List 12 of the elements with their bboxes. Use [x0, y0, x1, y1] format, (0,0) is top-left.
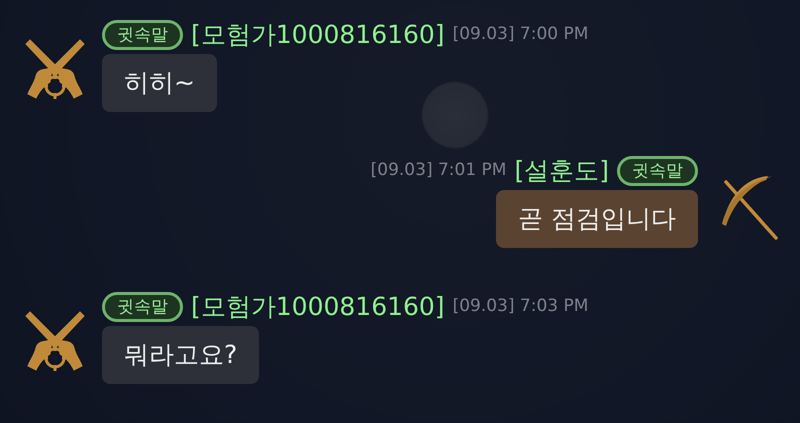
- message-bubble: 히히~: [102, 54, 217, 112]
- timestamp: [09.03] 7:03 PM: [452, 295, 588, 318]
- whisper-tag: 귓속말: [102, 20, 183, 50]
- timestamp: [09.03] 7:00 PM: [452, 23, 588, 46]
- sender-name: [모험가1000816160]: [191, 292, 445, 322]
- timestamp: [09.03] 7:01 PM: [370, 159, 506, 182]
- message-bubble: 뭐라고요?: [102, 326, 260, 384]
- sender-name: [모험가1000816160]: [191, 20, 445, 50]
- whisper-tag: 귓속말: [102, 292, 183, 322]
- message-bubble: 곧 점검입니다: [496, 190, 698, 248]
- sender-name: [설훈도]: [514, 156, 609, 186]
- whisper-tag: 귓속말: [617, 156, 698, 186]
